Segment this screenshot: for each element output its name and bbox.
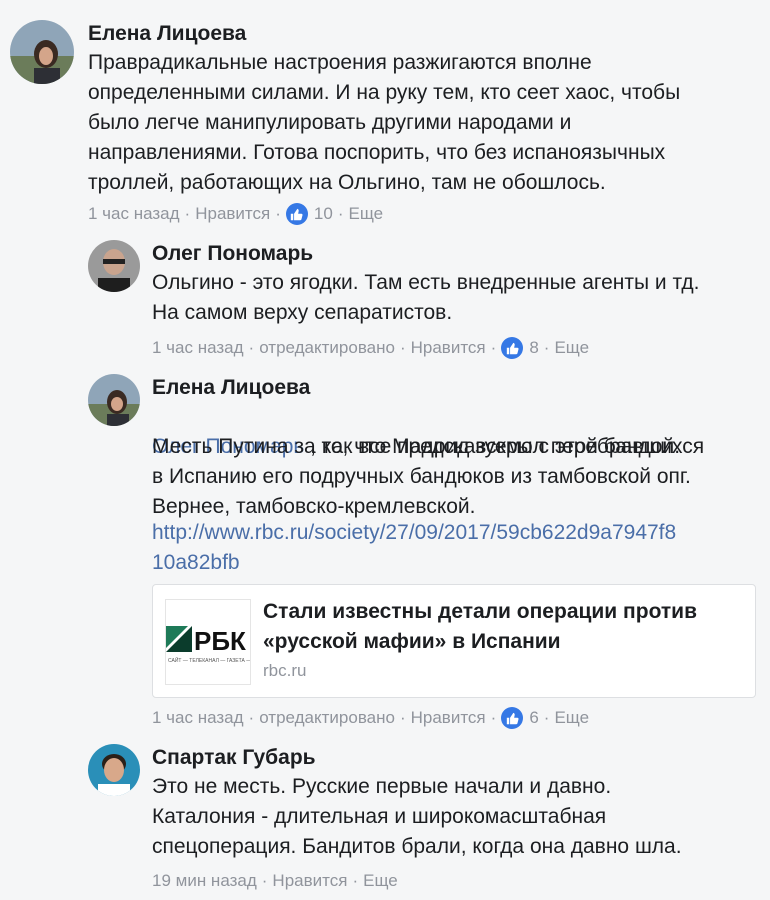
like-count[interactable]: 10 <box>314 204 333 224</box>
more-button[interactable]: Еще <box>554 708 589 728</box>
like-button[interactable]: Нравится <box>411 338 486 358</box>
comment-url[interactable]: http://www.rbc.ru/society/27/09/2017/59c… <box>152 518 762 578</box>
link-card-title[interactable]: Стали известны детали операции против «р… <box>263 597 743 657</box>
avatar[interactable] <box>88 374 140 426</box>
comment-author[interactable]: Елена Лицоева <box>152 376 310 400</box>
separator: · <box>399 338 406 357</box>
link-card-domain: rbc.ru <box>263 661 307 680</box>
separator: · <box>248 708 255 727</box>
separator: · <box>337 204 344 223</box>
logo-subtext: САЙТ — ТЕЛЕКАНАЛ — ГАЗЕТА — ЖУРНАЛ <box>168 656 250 664</box>
more-button[interactable]: Еще <box>363 871 398 891</box>
link-preview-card[interactable]: РБК САЙТ — ТЕЛЕКАНАЛ — ГАЗЕТА — ЖУРНАЛ С… <box>152 584 756 698</box>
like-button[interactable]: Нравится <box>272 871 347 891</box>
edited-label[interactable]: отредактировано <box>259 338 395 358</box>
thumbs-up-icon <box>501 707 524 729</box>
comment-text: Это не месть. Русские первые начали и да… <box>152 775 682 858</box>
thumbs-up-icon <box>285 203 308 225</box>
avatar[interactable] <box>10 20 74 84</box>
separator: · <box>261 871 268 890</box>
separator: · <box>490 338 497 357</box>
avatar[interactable] <box>88 240 140 292</box>
comment-time[interactable]: 19 мин назад <box>152 871 257 891</box>
rbc-logo: РБК САЙТ — ТЕЛЕКАНАЛ — ГАЗЕТА — ЖУРНАЛ <box>165 599 274 685</box>
comment-meta: 1 час назад · Нравится · 10 · Еще <box>88 203 383 225</box>
like-button[interactable]: Нравится <box>411 708 486 728</box>
separator: · <box>399 708 406 727</box>
separator: · <box>248 338 255 357</box>
comment-text: Месть Путина за то, что Мадрид вскрыл пе… <box>152 435 705 518</box>
separator: · <box>352 871 359 890</box>
logo-text: РБК <box>194 626 246 656</box>
comment-meta: 1 час назад · отредактировано · Нравится… <box>152 337 589 359</box>
separator: · <box>490 708 497 727</box>
avatar[interactable] <box>88 744 140 796</box>
comment-text: Ольгино - это ягодки. Там есть внедренны… <box>152 271 700 324</box>
comment-time[interactable]: 1 час назад <box>152 708 244 728</box>
comment-meta: 19 мин назад · Нравится · Еще <box>152 871 398 891</box>
like-button[interactable]: Нравится <box>195 204 270 224</box>
separator: · <box>543 338 550 357</box>
like-count[interactable]: 6 <box>529 708 538 728</box>
more-button[interactable]: Еще <box>554 338 589 358</box>
comment-time[interactable]: 1 час назад <box>152 338 244 358</box>
thumbs-up-icon <box>501 337 524 359</box>
separator: · <box>543 708 550 727</box>
comment-time[interactable]: 1 час назад <box>88 204 180 224</box>
more-button[interactable]: Еще <box>349 204 384 224</box>
separator: · <box>184 204 191 223</box>
separator: · <box>275 204 281 223</box>
comment-meta: 1 час назад · отредактировано · Нравится… <box>152 707 589 729</box>
like-count[interactable]: 8 <box>529 338 538 358</box>
comment-author[interactable]: Елена Лицоева <box>88 22 246 46</box>
comment-author[interactable]: Олег Пономарь <box>152 242 313 266</box>
edited-label[interactable]: отредактировано <box>259 708 395 728</box>
comment-author[interactable]: Спартак Губарь <box>152 746 316 770</box>
comment-text: Праврадикальные настроения разжигаются в… <box>88 51 681 194</box>
